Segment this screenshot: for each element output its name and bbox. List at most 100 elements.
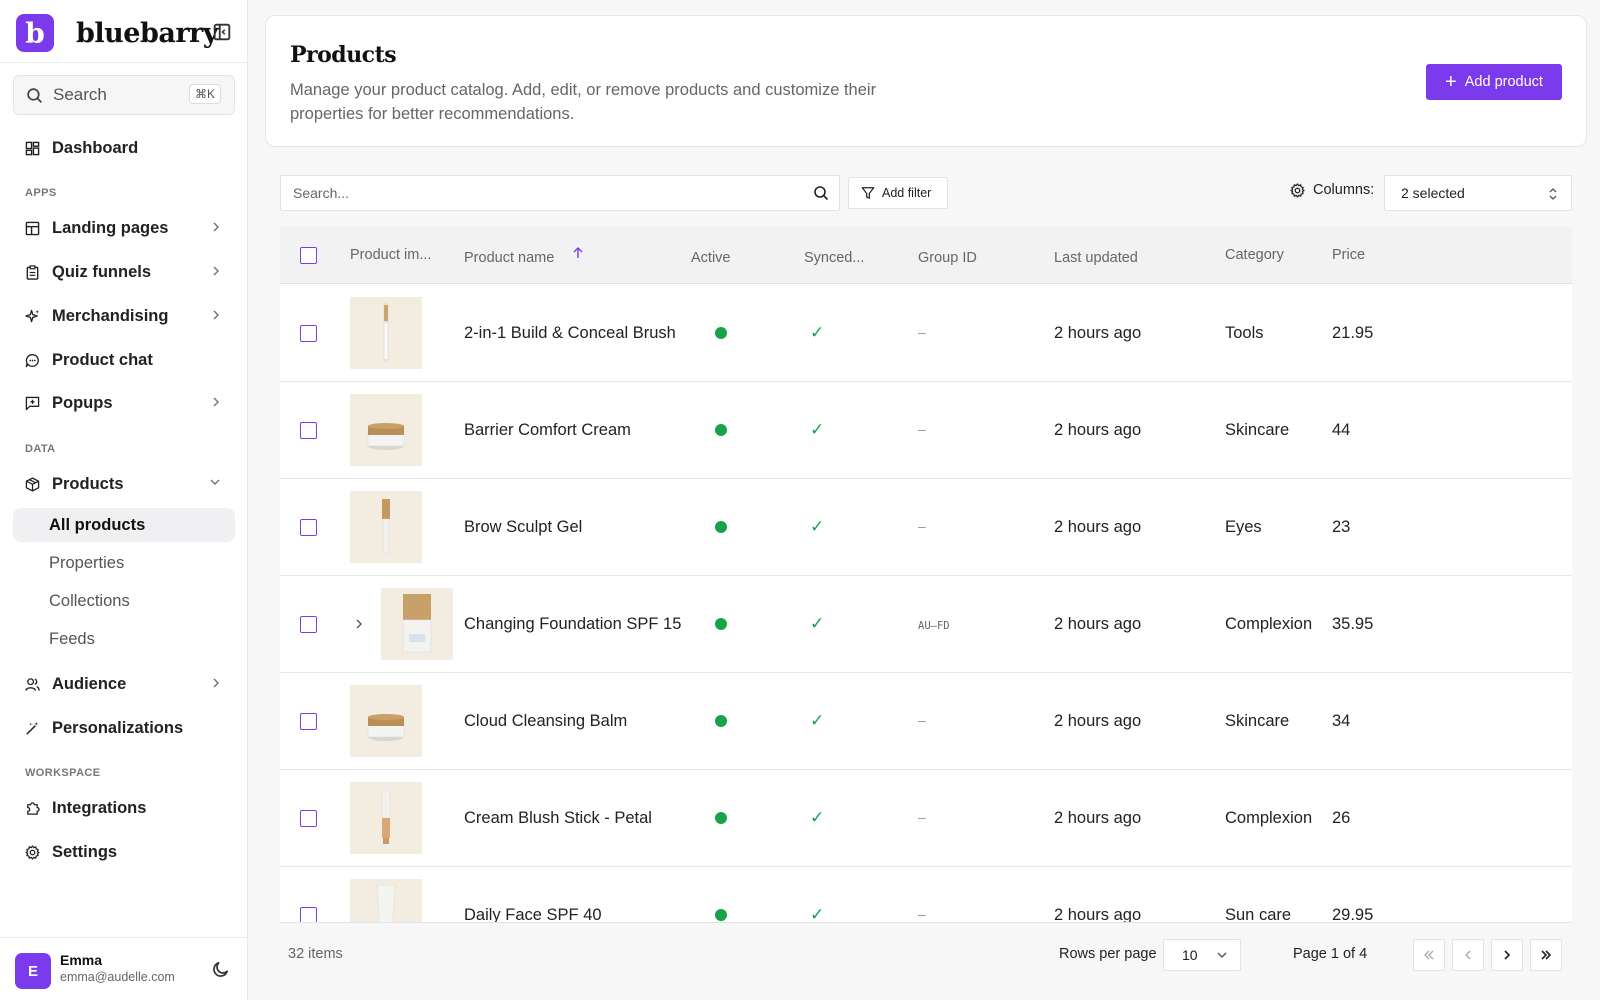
- chevron-right-icon: [213, 678, 220, 688]
- sidebar-collapse-icon[interactable]: [213, 23, 231, 41]
- columns-select[interactable]: 2 selected: [1384, 175, 1572, 211]
- user-profile[interactable]: E Emma emma@audelle.com: [0, 937, 248, 1000]
- gear-icon: [1290, 182, 1305, 198]
- brand-logo[interactable]: b: [16, 14, 54, 52]
- chevrons-right-icon: [1541, 950, 1552, 960]
- sidebar-item-integrations[interactable]: Integrations: [13, 790, 235, 826]
- product-name[interactable]: Cream Blush Stick - Petal: [464, 809, 652, 828]
- row-checkbox[interactable]: [300, 810, 317, 827]
- group-id-empty: –: [918, 518, 926, 534]
- product-name[interactable]: Daily Face SPF 40: [464, 906, 602, 922]
- search-icon[interactable]: [813, 185, 829, 201]
- sidebar-item-personalizations[interactable]: Personalizations: [13, 710, 235, 746]
- last-updated: 2 hours ago: [1054, 324, 1142, 342]
- page-title: Products: [290, 42, 397, 68]
- product-image: [350, 491, 422, 563]
- row-checkbox[interactable]: [300, 325, 317, 342]
- sidebar-item-label: Products: [52, 474, 124, 493]
- last-updated: 2 hours ago: [1054, 615, 1142, 633]
- next-page-button[interactable]: [1491, 939, 1523, 971]
- table-search-input[interactable]: [293, 185, 773, 201]
- product-name[interactable]: Brow Sculpt Gel: [464, 518, 582, 537]
- brand: b bluebarry: [16, 13, 246, 53]
- last-page-button[interactable]: [1530, 939, 1562, 971]
- sidebar-item-label: Landing pages: [52, 218, 169, 237]
- product-name[interactable]: Barrier Comfort Cream: [464, 421, 631, 440]
- magic-wand-icon: [26, 721, 39, 735]
- sidebar-subitem-collections[interactable]: Collections: [13, 584, 235, 618]
- sidebar-item-quiz-funnels[interactable]: Quiz funnels: [13, 254, 235, 290]
- table-row[interactable]: Changing Foundation SPF 15 ✓ AU–FD 2 hours …: [280, 576, 1572, 673]
- table-row[interactable]: 2-in-1 Build & Conceal Brush ✓ – 2 hours ag…: [280, 285, 1572, 382]
- sidebar-item-settings[interactable]: Settings: [13, 834, 235, 870]
- table-row[interactable]: Daily Face SPF 40 ✓ – 2 hours ago Sun care 29…: [280, 867, 1572, 923]
- table-row[interactable]: Barrier Comfort Cream ✓ – 2 hours ago Skinca…: [280, 382, 1572, 479]
- column-header-group-id[interactable]: Group ID: [918, 250, 977, 266]
- sidebar-item-products[interactable]: Products: [13, 466, 235, 502]
- product-name[interactable]: Changing Foundation SPF 15: [464, 615, 681, 634]
- row-checkbox[interactable]: [300, 713, 317, 730]
- column-header-active[interactable]: Active: [691, 250, 731, 266]
- product-name[interactable]: Cloud Cleansing Balm: [464, 712, 627, 731]
- row-checkbox[interactable]: [300, 907, 317, 922]
- column-header-name[interactable]: Product name: [464, 250, 554, 266]
- column-header-category[interactable]: Category: [1225, 247, 1284, 263]
- category: Tools: [1225, 324, 1264, 342]
- first-page-button[interactable]: [1413, 939, 1445, 971]
- sidebar-search-label: Search: [53, 85, 107, 104]
- sidebar-search[interactable]: Search ⌘K: [13, 75, 235, 115]
- product-name[interactable]: 2-in-1 Build & Conceal Brush: [464, 324, 676, 343]
- sidebar-item-landing-pages[interactable]: Landing pages: [13, 210, 235, 246]
- sidebar-subitem-feeds[interactable]: Feeds: [13, 622, 235, 656]
- sparkles-icon: [25, 309, 40, 322]
- active-status-dot: [715, 521, 727, 533]
- sidebar: b bluebarry Search ⌘K Dashboard APPS Lan…: [0, 0, 248, 1000]
- active-status-dot: [715, 715, 727, 727]
- sidebar-item-audience[interactable]: Audience: [13, 666, 235, 702]
- table-row[interactable]: Cloud Cleansing Balm ✓ – 2 hours ago Skincar…: [280, 673, 1572, 770]
- table-row[interactable]: Cream Blush Stick - Petal ✓ – 2 hours ago Co…: [280, 770, 1572, 867]
- synced-check-icon: ✓: [810, 808, 825, 827]
- group-id-empty: –: [918, 421, 926, 437]
- add-product-button[interactable]: + Add product: [1426, 64, 1562, 100]
- sidebar-item-merchandising[interactable]: Merchandising: [13, 298, 235, 334]
- add-product-label: Add product: [1464, 74, 1543, 90]
- sidebar-subitem-all-products[interactable]: All products: [13, 508, 235, 542]
- rows-per-page-select[interactable]: 10: [1163, 939, 1241, 971]
- sort-ascending-icon[interactable]: [572, 246, 584, 260]
- columns-label-text: Columns:: [1313, 182, 1375, 198]
- moon-icon[interactable]: [212, 960, 230, 978]
- columns-select-value: 2 selected: [1401, 185, 1465, 201]
- avatar: E: [15, 953, 51, 989]
- chat-icon: [25, 353, 39, 367]
- column-header-synced[interactable]: Synced...: [804, 250, 864, 266]
- column-header-last-updated[interactable]: Last updated: [1054, 250, 1138, 266]
- table-row[interactable]: Brow Sculpt Gel ✓ – 2 hours ago Eyes 23: [280, 479, 1572, 576]
- table-search[interactable]: [280, 175, 840, 211]
- select-all-checkbox[interactable]: [300, 247, 317, 264]
- active-status-dot: [715, 618, 727, 630]
- dashboard-icon: [25, 141, 40, 155]
- expand-row-icon[interactable]: [354, 618, 364, 630]
- last-updated: 2 hours ago: [1054, 712, 1142, 730]
- row-checkbox[interactable]: [300, 616, 317, 633]
- add-filter-button[interactable]: Add filter: [848, 177, 948, 209]
- price: 34: [1332, 712, 1351, 730]
- category: Sun care: [1225, 906, 1292, 923]
- active-status-dot: [715, 424, 727, 436]
- product-image: [350, 782, 422, 854]
- row-checkbox[interactable]: [300, 422, 317, 439]
- column-header-image[interactable]: Product im...: [350, 247, 431, 263]
- chevron-down-icon: [1217, 952, 1227, 958]
- synced-check-icon: ✓: [810, 517, 825, 536]
- row-checkbox[interactable]: [300, 519, 317, 536]
- sidebar-item-popups[interactable]: Popups: [13, 385, 235, 421]
- active-status-dot: [715, 909, 727, 921]
- previous-page-button[interactable]: [1452, 939, 1484, 971]
- sidebar-item-product-chat[interactable]: Product chat: [13, 342, 235, 378]
- column-header-price[interactable]: Price: [1332, 247, 1365, 263]
- sidebar-item-dashboard[interactable]: Dashboard: [13, 130, 235, 166]
- columns-label: Columns:: [1290, 182, 1374, 198]
- sidebar-item-label: Quiz funnels: [52, 262, 151, 281]
- sidebar-subitem-properties[interactable]: Properties: [13, 546, 235, 580]
